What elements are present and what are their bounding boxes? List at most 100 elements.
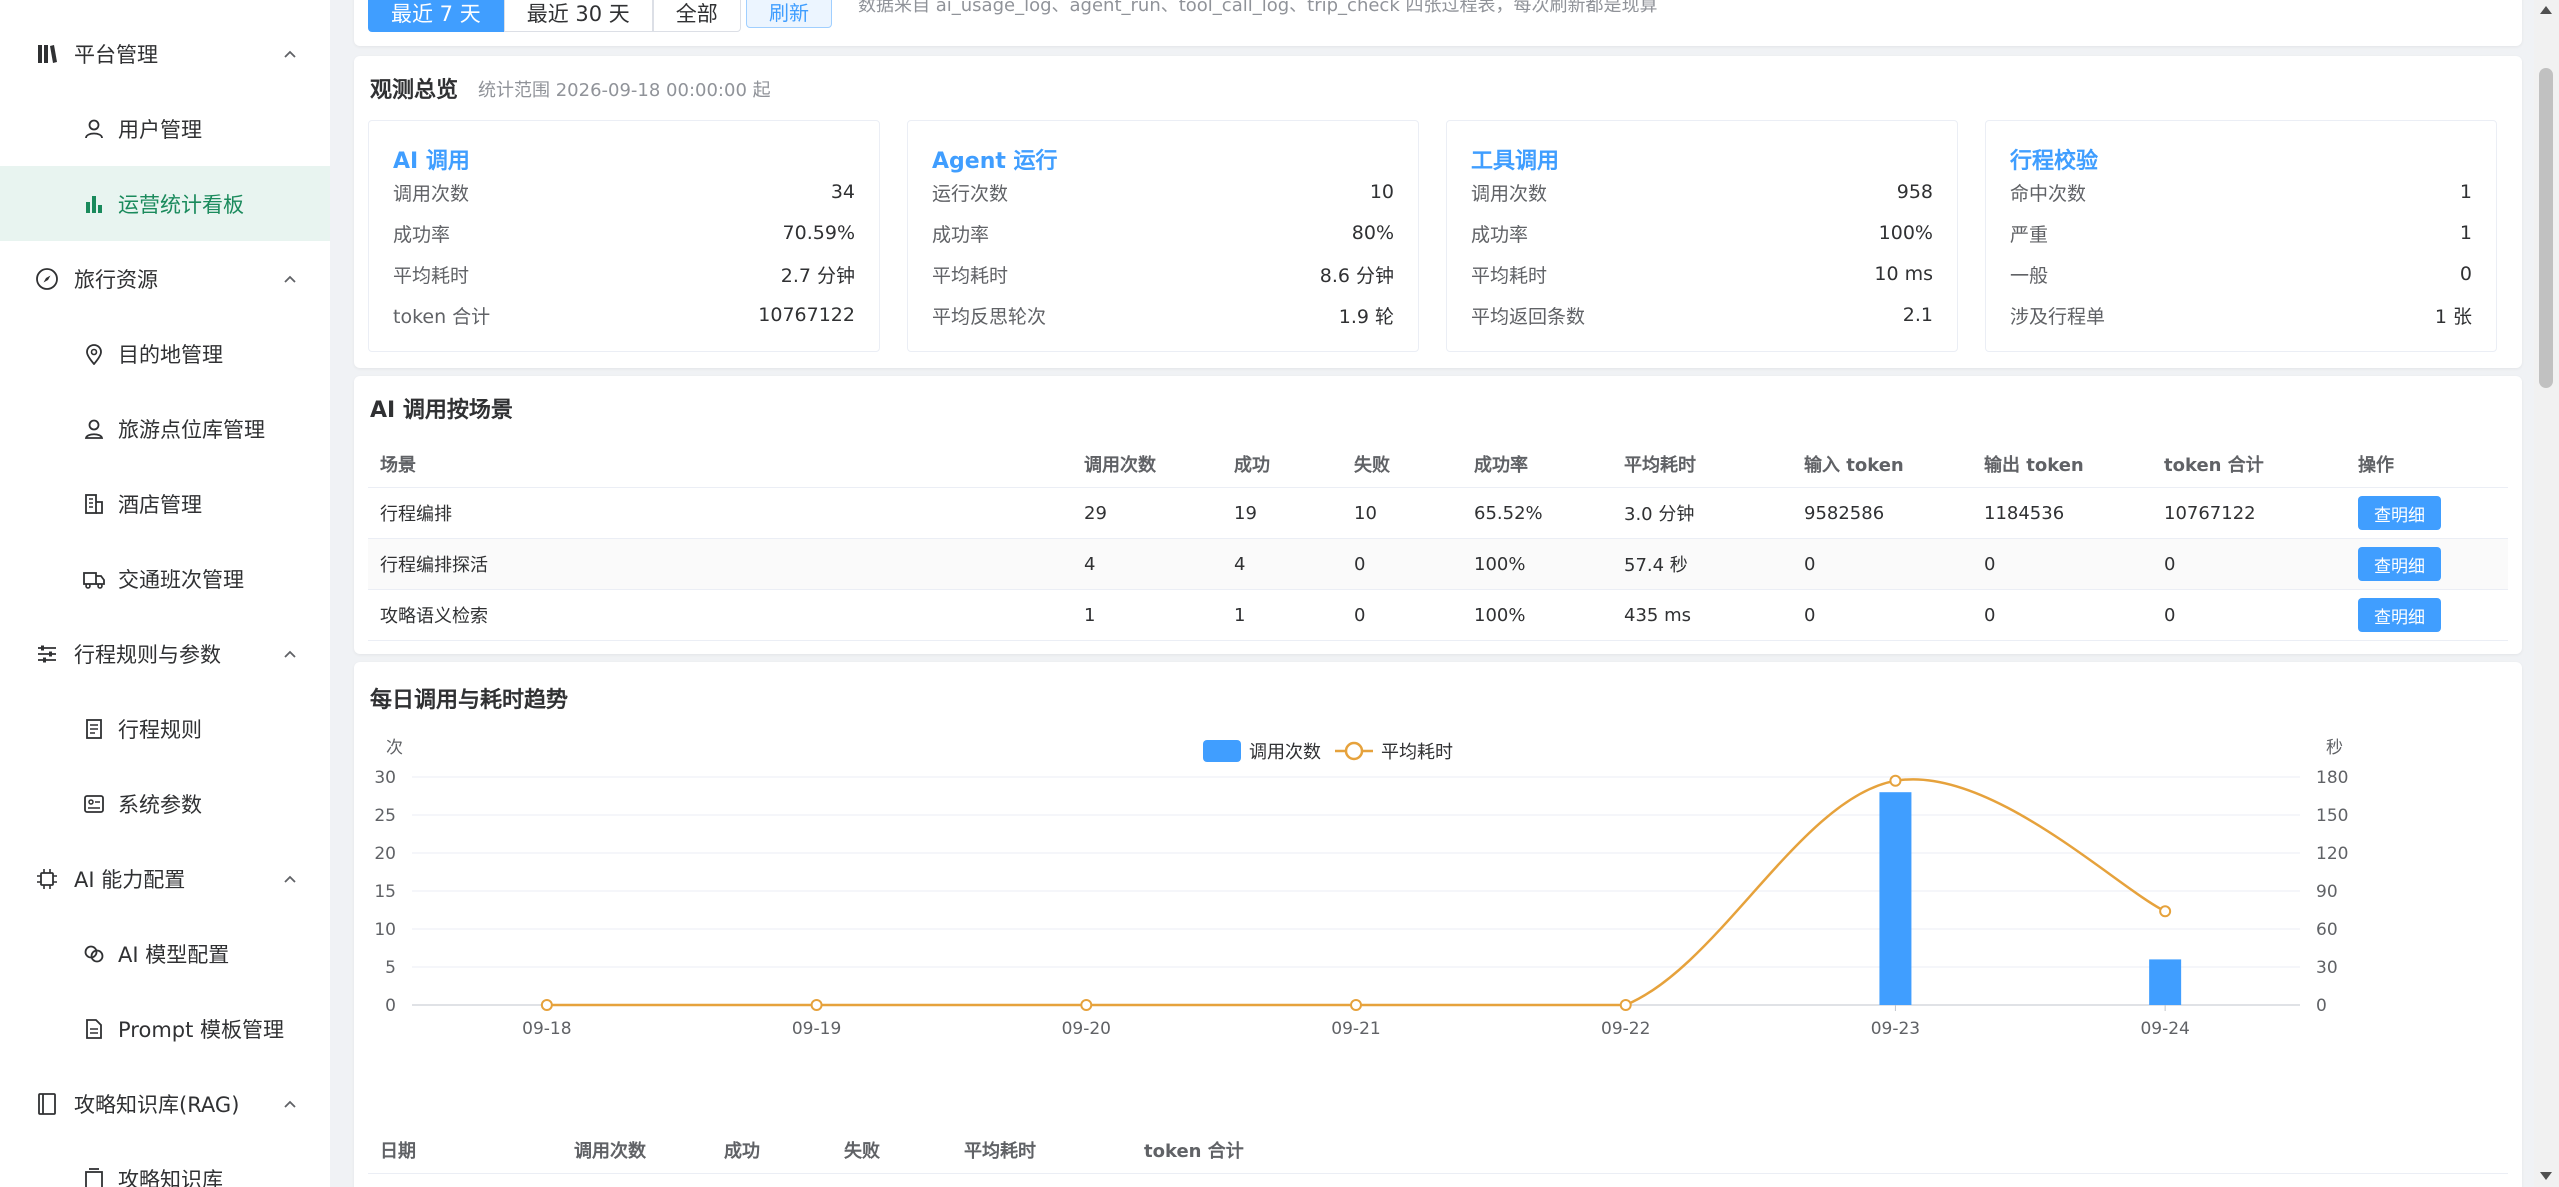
bar-chart-icon (82, 192, 106, 216)
sidebar-item-prompt-templates[interactable]: Prompt 模板管理 (0, 991, 330, 1066)
column-header: 平均耗时 (964, 1140, 1036, 1162)
sidebar-item-stats-dashboard[interactable]: 运营统计看板 (0, 166, 330, 241)
table-cell: 435 ms (1624, 604, 1691, 626)
sidebar: 平台管理 用户管理 运营统计看板 旅行资源 目的地管理 旅游点位库管理 酒店管理… (0, 0, 330, 1187)
y-tick-right: 120 (2316, 844, 2348, 864)
stat-row: 平均耗时 10 ms (1471, 259, 1933, 289)
sidebar-item-users[interactable]: 用户管理 (0, 91, 330, 166)
table-cell: 行程编排 (380, 504, 452, 525)
view-detail-button[interactable]: 查明细 (2358, 496, 2441, 530)
settings-panel-icon (82, 792, 106, 816)
table-cell: 57.4 秒 (1624, 555, 1688, 576)
sidebar-item-ai-models[interactable]: AI 模型配置 (0, 916, 330, 991)
x-tick-label: 09-20 (1062, 1019, 1111, 1039)
location-pin-icon (82, 342, 106, 366)
y-tick-left: 10 (374, 920, 396, 940)
table-cell: 0 (1804, 553, 1816, 575)
y-tick-right: 60 (2316, 920, 2338, 940)
chevron-up-icon (284, 1100, 296, 1108)
stat-value: 2.1 (1902, 304, 1933, 326)
menu-group-rag[interactable]: 攻略知识库(RAG) (0, 1066, 330, 1141)
table-cell: 0 (1354, 553, 1366, 575)
range-all-button[interactable]: 全部 (652, 0, 741, 32)
map-pin-person-icon (82, 417, 106, 441)
chevron-up-icon (284, 650, 296, 658)
stat-key: 平均返回条数 (1471, 305, 1586, 328)
sidebar-item-poi-library[interactable]: 旅游点位库管理 (0, 391, 330, 466)
menu-group-travel-resources[interactable]: 旅行资源 (0, 241, 330, 316)
stat-key: 严重 (2010, 223, 2049, 246)
refresh-button[interactable]: 刷新 (746, 0, 832, 28)
stat-row: 调用次数 958 (1471, 177, 1933, 207)
page-scrollbar[interactable] (2534, 0, 2559, 1187)
stat-value: 10 ms (1874, 263, 1933, 285)
stat-key: 平均耗时 (1471, 264, 1548, 287)
range-30-days-button[interactable]: 最近 30 天 (503, 0, 653, 32)
sidebar-item-label: 行程规则 (118, 717, 202, 742)
y-tick-left: 30 (374, 768, 396, 788)
link-circles-icon (82, 942, 106, 966)
x-tick-label: 09-22 (1601, 1019, 1650, 1039)
y-tick-right: 180 (2316, 768, 2348, 788)
menu-group-label: 旅行资源 (74, 267, 158, 292)
stat-row: 平均返回条数 2.1 (1471, 300, 1933, 330)
sidebar-item-label: 系统参数 (118, 792, 202, 817)
y-tick-left: 20 (374, 844, 396, 864)
line-avg-duration (546, 778, 2166, 1007)
stat-key: 一般 (2010, 264, 2049, 287)
stat-row: 成功率 70.59% (393, 218, 855, 248)
x-tick-label: 09-19 (792, 1019, 841, 1039)
table-cell: 0 (2164, 553, 2176, 575)
table-cell: 0 (2164, 604, 2176, 626)
legend-label: 平均耗时 (1381, 742, 1453, 763)
compass-icon (34, 266, 60, 292)
stat-card-agent-runs: Agent 运行 运行次数 10 成功率 80% 平均耗时 8.6 分钟 平均反思轮次… (907, 120, 1419, 352)
column-header: 失败 (1354, 454, 1390, 476)
scroll-up-arrow-icon[interactable] (2540, 6, 2552, 14)
menu-group-platform[interactable]: 平台管理 (0, 16, 330, 91)
table-cell: 9582586 (1804, 502, 1885, 524)
trend-chart: 0 5 10 15 20 25 30 0 30 60 90 120 150 180 次 秒 09-18 09-19… (374, 738, 2348, 1039)
menu-group-trip-rules[interactable]: 行程规则与参数 (0, 616, 330, 691)
line-point-avg-duration (1889, 774, 1902, 787)
table-cell: 10767122 (2164, 502, 2256, 524)
y-tick-left: 5 (385, 958, 396, 978)
sidebar-item-system-params[interactable]: 系统参数 (0, 766, 330, 841)
menu-group-ai-config[interactable]: AI 能力配置 (0, 841, 330, 916)
table-cell: 0 (1984, 604, 1996, 626)
document-icon (82, 717, 106, 741)
view-detail-button[interactable]: 查明细 (2358, 547, 2441, 581)
scroll-down-arrow-icon[interactable] (2540, 1172, 2552, 1180)
sidebar-item-destinations[interactable]: 目的地管理 (0, 316, 330, 391)
column-header: 操作 (2358, 454, 2394, 476)
scrollbar-thumb[interactable] (2539, 68, 2553, 388)
legend-label: 调用次数 (1249, 742, 1321, 763)
stat-value: 80% (1351, 222, 1394, 244)
line-point-avg-duration (2159, 905, 2172, 918)
menu-group-label: 平台管理 (74, 42, 158, 67)
table-cell: 100% (1474, 553, 1526, 575)
stat-key: 涉及行程单 (2010, 305, 2106, 328)
y-tick-left: 15 (374, 882, 396, 902)
stat-row: 命中次数 1 (2010, 177, 2472, 207)
range-7-days-button[interactable]: 最近 7 天 (368, 0, 504, 32)
sidebar-item-label: 目的地管理 (118, 342, 223, 367)
x-tick-label: 09-21 (1331, 1019, 1380, 1039)
sidebar-item-hotels[interactable]: 酒店管理 (0, 466, 330, 541)
sidebar-item-trip-rules[interactable]: 行程规则 (0, 691, 330, 766)
stat-key: 平均耗时 (393, 264, 470, 287)
stat-value: 34 (830, 181, 855, 203)
x-tick-label: 09-18 (522, 1019, 571, 1039)
line-point-avg-duration (1080, 999, 1093, 1011)
stat-key: 命中次数 (2010, 182, 2087, 205)
sidebar-item-knowledge-base[interactable]: 攻略知识库 (0, 1141, 330, 1187)
line-point-avg-duration (1619, 999, 1632, 1011)
table-cell: 攻略语义检索 (380, 606, 488, 627)
legend-bar-swatch (1203, 740, 1241, 762)
view-detail-button[interactable]: 查明细 (2358, 598, 2441, 632)
stat-row: 平均耗时 8.6 分钟 (932, 259, 1394, 289)
sidebar-item-transport[interactable]: 交通班次管理 (0, 541, 330, 616)
main-content: 最近 7 天 最近 30 天 全部 刷新 数据来自 ai_usage_log、a… (330, 0, 2534, 1187)
stat-key: 调用次数 (1471, 182, 1548, 205)
user-icon (82, 117, 106, 141)
